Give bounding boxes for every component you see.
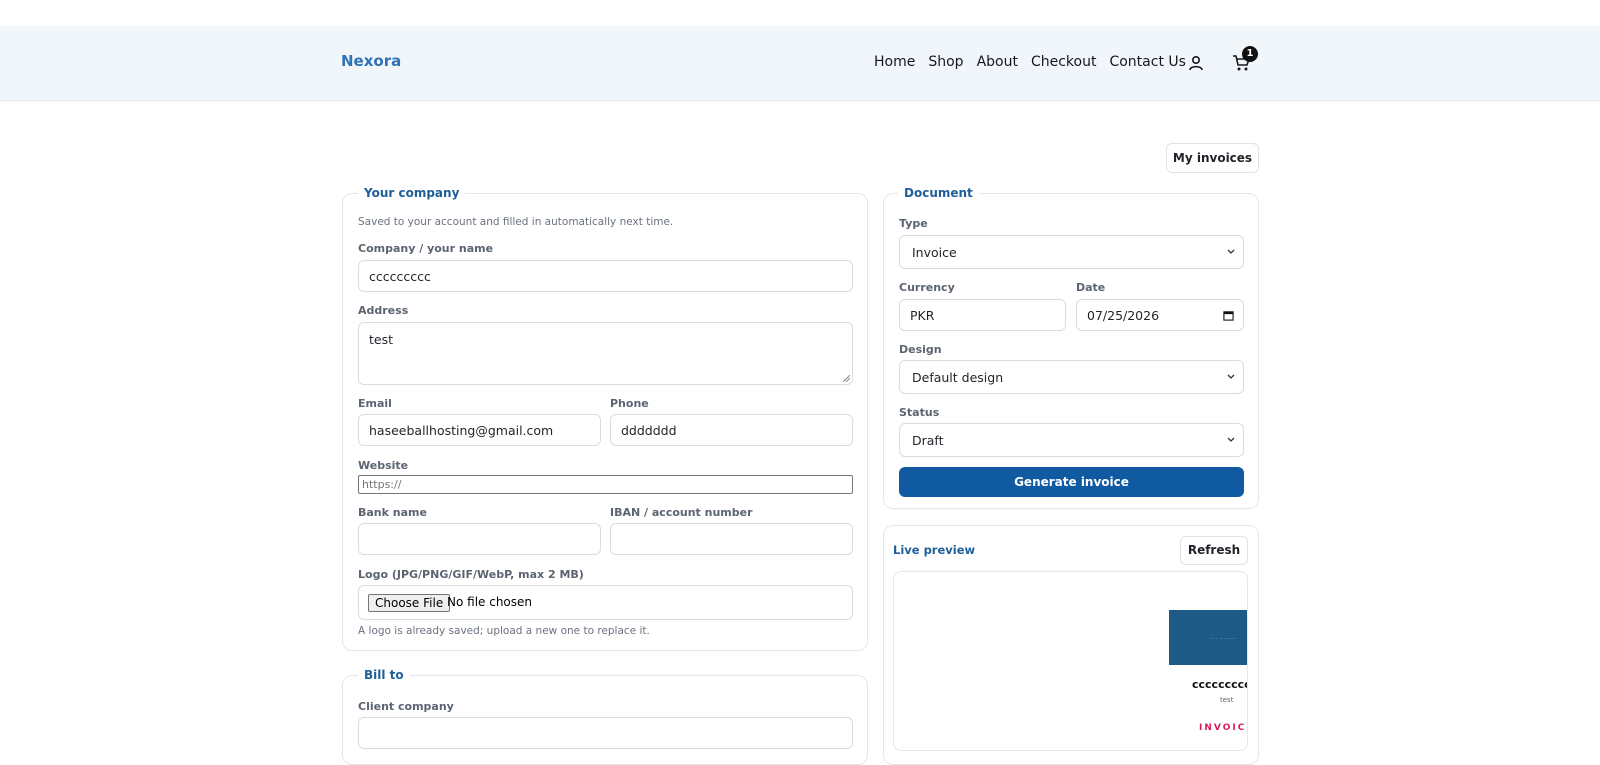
- user-icon[interactable]: [1187, 54, 1205, 72]
- client-company-input[interactable]: [358, 717, 853, 749]
- cart-count-badge: 1: [1242, 46, 1258, 62]
- type-value: Invoice: [912, 244, 957, 260]
- client-company-label: Client company: [358, 700, 454, 713]
- email-label: Email: [358, 397, 392, 410]
- date-value: 07/25/2026: [1087, 307, 1160, 323]
- address-label: Address: [358, 304, 409, 317]
- preview-band-text: · · · · · · · · · ·: [1211, 636, 1236, 641]
- phone-field[interactable]: ddddddd: [610, 414, 853, 446]
- brand-logo[interactable]: Nexora: [341, 52, 401, 70]
- bank-name-input[interactable]: [358, 523, 601, 555]
- design-value: Default design: [912, 369, 1004, 385]
- chevron-down-icon: [1227, 437, 1235, 442]
- choose-file-button[interactable]: Choose File: [368, 594, 451, 612]
- chevron-down-icon: [1227, 374, 1235, 379]
- nav-contact[interactable]: Contact Us: [1109, 54, 1185, 70]
- preview-address: test: [1220, 696, 1234, 704]
- status-label: Status: [899, 406, 940, 419]
- iban-input[interactable]: [610, 523, 853, 555]
- site-header: Nexora Home Shop About Checkout Contact …: [0, 26, 1600, 101]
- refresh-button[interactable]: Refresh: [1180, 536, 1248, 565]
- nav-checkout[interactable]: Checkout: [1031, 54, 1097, 70]
- live-preview-title: Live preview: [893, 543, 976, 557]
- logo-help: A logo is already saved; upload a new on…: [358, 625, 650, 637]
- nav-home[interactable]: Home: [874, 54, 915, 70]
- address-textarea[interactable]: test: [358, 322, 853, 385]
- currency-input[interactable]: PKR: [899, 299, 1066, 331]
- company-card: Your company Saved to your account and f…: [342, 186, 868, 651]
- main-nav: Home Shop About Checkout Contact Us: [874, 54, 1186, 70]
- document-card: Document Type Invoice Currency PKR Date …: [883, 186, 1259, 509]
- company-help: Saved to your account and filled in auto…: [358, 216, 674, 228]
- file-status: No file chosen: [447, 595, 533, 609]
- status-select[interactable]: Draft: [899, 423, 1244, 457]
- type-label: Type: [899, 217, 928, 230]
- company-legend: Your company: [358, 186, 466, 200]
- preview-frame[interactable]: · · · · · · · · · · ccccccccc test INVOI…: [893, 571, 1248, 751]
- company-name-label: Company / your name: [358, 242, 494, 255]
- type-select[interactable]: Invoice: [899, 235, 1244, 269]
- address-value: test: [369, 332, 394, 347]
- phone-label: Phone: [610, 397, 649, 410]
- status-value: Draft: [912, 432, 944, 448]
- website-input[interactable]: https://: [358, 475, 853, 494]
- resize-handle-icon[interactable]: [843, 375, 850, 382]
- website-label: Website: [358, 459, 409, 472]
- currency-label: Currency: [899, 281, 955, 294]
- document-legend: Document: [898, 186, 979, 200]
- preview-doc-title: INVOICE: [1199, 723, 1247, 733]
- design-label: Design: [899, 343, 942, 356]
- logo-file-input[interactable]: Choose File No file chosen: [358, 585, 853, 620]
- generate-invoice-button[interactable]: Generate invoice: [899, 467, 1244, 497]
- bill-to-card: Bill to Client company: [342, 668, 868, 765]
- calendar-icon[interactable]: [1223, 310, 1234, 321]
- chevron-down-icon: [1227, 249, 1235, 254]
- nav-about[interactable]: About: [977, 54, 1018, 70]
- date-label: Date: [1076, 281, 1106, 294]
- nav-shop[interactable]: Shop: [928, 54, 963, 70]
- logo-label: Logo (JPG/PNG/GIF/WebP, max 2 MB): [358, 568, 584, 581]
- company-name-input[interactable]: ccccccccc: [358, 260, 853, 292]
- preview-header-band: · · · · · · · · · ·: [1169, 610, 1247, 665]
- design-select[interactable]: Default design: [899, 360, 1244, 394]
- date-input[interactable]: 07/25/2026: [1076, 299, 1244, 331]
- preview-company: ccccccccc: [1192, 678, 1248, 691]
- iban-label: IBAN / account number: [610, 506, 753, 519]
- bank-name-label: Bank name: [358, 506, 427, 519]
- my-invoices-button[interactable]: My invoices: [1166, 143, 1259, 173]
- bill-to-legend: Bill to: [358, 668, 410, 682]
- email-field[interactable]: haseeballhosting@gmail.com: [358, 414, 601, 446]
